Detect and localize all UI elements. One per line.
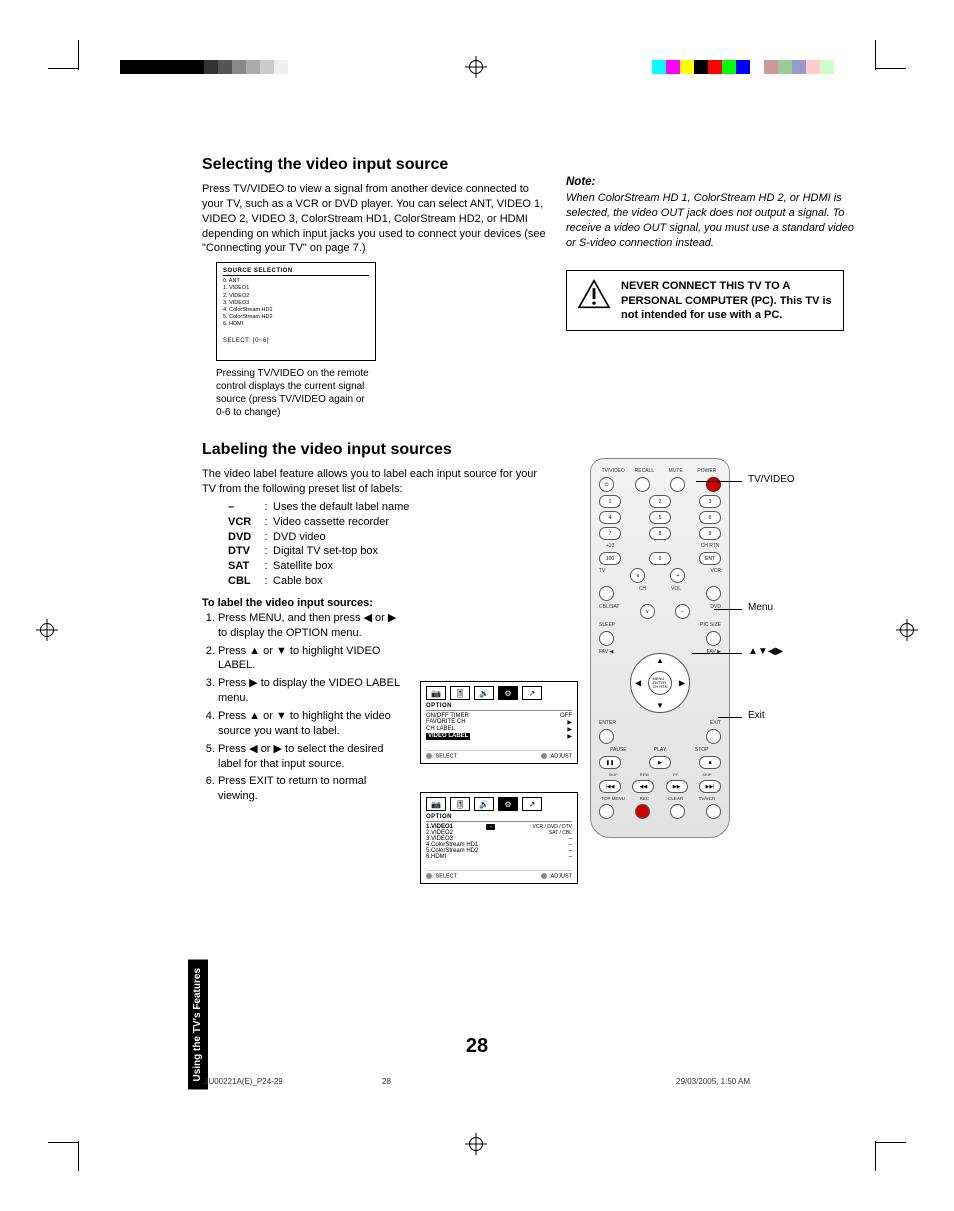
remote-illustration: TV/VIDEORECALLMUTEPOWER⏻123456789+10CH R… (590, 458, 850, 838)
registration-mark (469, 60, 483, 74)
crop-mark (875, 1141, 876, 1171)
steps-list: Press MENU, and then press ◀ or ▶ to dis… (202, 611, 407, 804)
crop-mark (48, 68, 78, 69)
crop-mark (876, 68, 906, 69)
labels-table: –: Uses the default label nameVCR: Video… (228, 500, 547, 589)
callout-exit: Exit (748, 710, 765, 721)
section-paragraph: The video label feature allows you to la… (202, 467, 547, 497)
page-number: 28 (466, 1035, 488, 1058)
callout-tvvideo: TV/VIDEO (748, 474, 795, 485)
registration-mark (900, 623, 914, 637)
footer-file: 3U00221A(E)_P24-29 (204, 1077, 283, 1086)
osd-title: SOURCE SELECTION (223, 268, 369, 276)
crop-mark (78, 1141, 79, 1171)
section-heading: Selecting the video input source (202, 156, 547, 174)
source-selection-osd: SOURCE SELECTION 0. ANT1. VIDEO12. VIDEO… (216, 262, 376, 361)
osd-select-hint: SELECT: [0~6] (223, 338, 369, 344)
crop-mark (875, 40, 876, 70)
note-heading: Note: (566, 176, 856, 188)
section-paragraph: Press TV/VIDEO to view a signal from ano… (202, 182, 547, 256)
footer-page: 28 (382, 1077, 391, 1086)
registration-mark (40, 623, 54, 637)
callout-menu: Menu (748, 602, 773, 613)
color-bar (652, 60, 834, 74)
remote-body: TV/VIDEORECALLMUTEPOWER⏻123456789+10CH R… (590, 458, 730, 838)
warning-icon (577, 279, 611, 309)
warning-box: NEVER CONNECT THIS TV TO A PERSONAL COMP… (566, 270, 844, 331)
left-column: Selecting the video input source Press T… (202, 156, 547, 807)
section-heading: Labeling the video input sources (202, 441, 547, 459)
color-bar (120, 60, 302, 74)
page-content: Selecting the video input source Press T… (100, 80, 854, 1100)
steps-heading: To label the video input sources: (202, 597, 547, 609)
registration-mark (469, 1137, 483, 1151)
right-column: Note: When ColorStream HD 1, ColorStream… (566, 176, 856, 331)
footer: 3U00221A(E)_P24-29 28 29/03/2005, 1:50 A… (204, 1077, 750, 1086)
footer-date: 29/03/2005, 1:50 AM (676, 1077, 750, 1086)
video-label-menu-osd: 📷🎚🔊⚙↗OPTION1.VIDEO1−: VCR / DVD / DTV2.V… (420, 792, 578, 884)
note-body: When ColorStream HD 1, ColorStream HD 2,… (566, 191, 856, 250)
osd-list: 0. ANT1. VIDEO12. VIDEO23. VIDEO34. Colo… (223, 278, 369, 328)
callout-arrows: ▲▼◀▶ (748, 646, 783, 657)
side-tab: Using the TV's Features (188, 960, 208, 1090)
crop-mark (78, 40, 79, 70)
warning-text: NEVER CONNECT THIS TV TO A PERSONAL COMP… (621, 279, 833, 322)
option-menu-osd: 📷🎚🔊⚙↗OPTIONON/OFF TIMEROFFFAVORITE CH▶CH… (420, 681, 578, 764)
osd-caption: Pressing TV/VIDEO on the remote control … (216, 367, 376, 419)
crop-mark (48, 1142, 78, 1143)
crop-mark (876, 1142, 906, 1143)
